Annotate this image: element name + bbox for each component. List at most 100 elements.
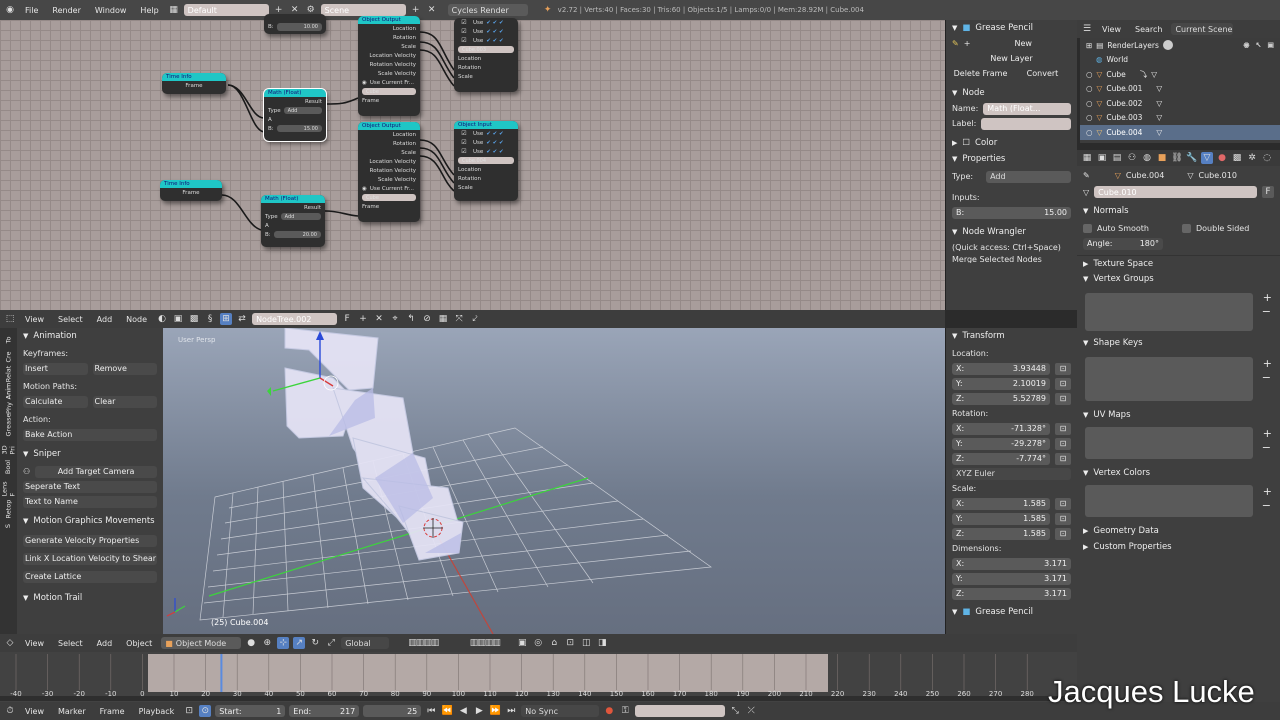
transform-panel-header[interactable]: ▼ Transform: [946, 328, 1077, 344]
texture-space-header[interactable]: ▶ Texture Space: [1077, 255, 1280, 271]
tab-tools[interactable]: To: [5, 337, 13, 344]
outliner-item-cube-003[interactable]: ○ ▽ Cube.003 ▽ ◉ ↖ ▣: [1080, 41, 1280, 126]
transform-orientation-select[interactable]: Global: [341, 637, 390, 649]
render-tab-icon[interactable]: ▣: [1096, 152, 1108, 164]
snap-magnet-icon[interactable]: ⌂: [548, 637, 560, 649]
tab-create[interactable]: Cre: [4, 351, 12, 362]
menu-frame[interactable]: Frame: [95, 707, 130, 716]
expand-triangle-icon[interactable]: ▼: [952, 608, 957, 616]
add-icon[interactable]: +: [1263, 291, 1272, 304]
convert-button[interactable]: Convert: [1014, 68, 1071, 80]
menu-render[interactable]: Render: [47, 6, 85, 15]
mesh-data-tab-icon[interactable]: ▽: [1201, 152, 1213, 164]
snap-icon[interactable]: ⊘: [421, 313, 433, 325]
object-output-node-2[interactable]: Object Output Location Rotation Scale Lo…: [358, 122, 420, 222]
texture-tab-icon[interactable]: ▩: [1231, 152, 1243, 164]
merge-selected-button[interactable]: Merge Selected Nodes: [952, 255, 1042, 263]
angle-field[interactable]: Angle: 180°: [1083, 237, 1163, 250]
opengl-render-icon[interactable]: ◫: [580, 637, 592, 649]
expand-icon[interactable]: ○: [1086, 113, 1093, 122]
visibility-eye-icon[interactable]: ◉: [1243, 41, 1249, 49]
compositor-tree-icon[interactable]: ▣: [172, 313, 184, 325]
outliner-item-cube[interactable]: ○ ▽ Cube ⤵ ▽ ◉ ↖ ▣: [1080, 41, 1280, 82]
calculate-button[interactable]: Calculate: [23, 395, 88, 408]
interaction-mode-select[interactable]: ■ Object Mode: [161, 637, 242, 649]
scale-z-field[interactable]: Z: 1.585: [952, 527, 1050, 540]
remove-scene-icon[interactable]: ✕: [426, 4, 438, 16]
pivot-icon[interactable]: ⊕: [261, 637, 273, 649]
node-object-field[interactable]: Cube.004: [458, 157, 514, 164]
add-icon[interactable]: +: [1263, 357, 1272, 370]
lock-icon[interactable]: ⊡: [1055, 362, 1071, 375]
menu-search[interactable]: Search: [1130, 25, 1167, 34]
menu-view[interactable]: View: [20, 639, 49, 648]
check-icon[interactable]: ✔ ✔ ✔: [486, 149, 503, 155]
outliner-display-select[interactable]: Current Scene: [1171, 23, 1234, 35]
node-object-field[interactable]: Cube: [362, 88, 416, 95]
properties-panel-header[interactable]: ▼ Properties: [946, 151, 1077, 167]
node-tree-field[interactable]: NodeTree.002: [252, 313, 338, 325]
expand-icon[interactable]: ○: [1086, 84, 1093, 93]
expand-icon[interactable]: ○: [1086, 99, 1093, 108]
menu-select[interactable]: Select: [53, 639, 88, 648]
editor-type-icon[interactable]: ⬚: [4, 313, 16, 325]
normals-panel-header[interactable]: ▼ Normals: [1077, 203, 1280, 219]
expand-triangle-icon[interactable]: ▼: [1083, 339, 1088, 347]
tab-grease[interactable]: Grease: [5, 414, 13, 437]
editor-type-icon[interactable]: ◇: [4, 637, 16, 649]
dimension-x-field[interactable]: X: 3.171: [952, 557, 1071, 570]
text-to-name-button[interactable]: Text to Name: [23, 495, 157, 508]
b-input-field[interactable]: B: 15.00: [952, 206, 1071, 219]
keying-set-field[interactable]: [635, 705, 726, 717]
create-lattice-button[interactable]: Create Lattice: [23, 570, 157, 583]
node-b-value[interactable]: 10.00: [276, 22, 322, 31]
remove-keyframe-button[interactable]: Remove: [92, 362, 157, 375]
object-output-node-1[interactable]: Object Output Location Rotation Scale Lo…: [358, 16, 420, 116]
world-tab-icon[interactable]: ◍: [1141, 152, 1153, 164]
remove-icon[interactable]: −: [1262, 499, 1271, 512]
keying-set-icon[interactable]: ⚿: [619, 705, 631, 717]
type-select[interactable]: Add: [986, 170, 1071, 183]
end-frame-field[interactable]: End: 217: [289, 705, 360, 717]
fake-user-button[interactable]: F: [1262, 186, 1274, 198]
sniper-panel-header[interactable]: ▼ Sniper: [17, 446, 163, 462]
render-camera-icon[interactable]: ▣: [1267, 41, 1274, 49]
expand-triangle-icon[interactable]: ▼: [952, 24, 957, 32]
menu-view[interactable]: View: [1097, 25, 1126, 34]
node-wrangler-header[interactable]: ▼ Node Wrangler: [946, 224, 1077, 240]
sync-mode-select[interactable]: No Sync: [521, 705, 600, 717]
outliner-item-cube-004[interactable]: ○ ▽ Cube.004 ▽ ◉ ↖ ▣: [1080, 41, 1280, 140]
expand-triangle-icon[interactable]: ▼: [952, 228, 957, 236]
outliner-item-world[interactable]: ◍ World: [1080, 53, 1280, 68]
menu-add[interactable]: Add: [92, 639, 118, 648]
pin-icon[interactable]: ✎: [1083, 171, 1090, 180]
scene-field[interactable]: Scene: [320, 4, 406, 16]
delete-frame-button[interactable]: Delete Frame: [952, 68, 1009, 80]
expand-triangle-icon[interactable]: ▼: [1083, 469, 1088, 477]
menu-file[interactable]: File: [20, 6, 43, 15]
object-tab-icon[interactable]: ■: [1156, 152, 1168, 164]
check-icon[interactable]: ✔ ✔ ✔: [486, 29, 503, 35]
particles-tab-icon[interactable]: ✲: [1246, 152, 1258, 164]
shader-tree-icon[interactable]: ◐: [156, 313, 168, 325]
checkbox-icon[interactable]: ☑: [458, 35, 470, 47]
expand-triangle-icon[interactable]: ▼: [1083, 207, 1088, 215]
animation-nodes-icon[interactable]: §: [204, 313, 216, 325]
node-tree-browse-icon[interactable]: ⇄: [236, 313, 248, 325]
node-editor[interactable]: B: 10.00 Object Output Location Rotation …: [0, 14, 945, 310]
lock-icon[interactable]: ⊡: [1055, 377, 1071, 390]
scene-tab-icon[interactable]: ⚇: [1126, 152, 1138, 164]
lock-icon[interactable]: ⊡: [1055, 527, 1071, 540]
start-frame-field[interactable]: Start: 1: [215, 705, 286, 717]
constraints-tab-icon[interactable]: ⛓: [1171, 152, 1183, 164]
snap-target-icon[interactable]: ▦: [437, 313, 449, 325]
jump-keyframe-back-icon[interactable]: ⏪: [441, 705, 453, 717]
node-object-field[interactable]: Cube.003: [458, 46, 514, 53]
menu-playback[interactable]: Playback: [134, 707, 180, 716]
vertex-colors-list[interactable]: [1085, 485, 1253, 517]
node-type-select[interactable]: Add: [283, 107, 322, 114]
rotation-mode-select[interactable]: XYZ Euler: [952, 467, 1071, 480]
viewer-node[interactable]: B: 10.00: [264, 14, 326, 34]
checkbox-icon[interactable]: ☐: [962, 138, 970, 148]
add-icon[interactable]: +: [1263, 427, 1272, 440]
